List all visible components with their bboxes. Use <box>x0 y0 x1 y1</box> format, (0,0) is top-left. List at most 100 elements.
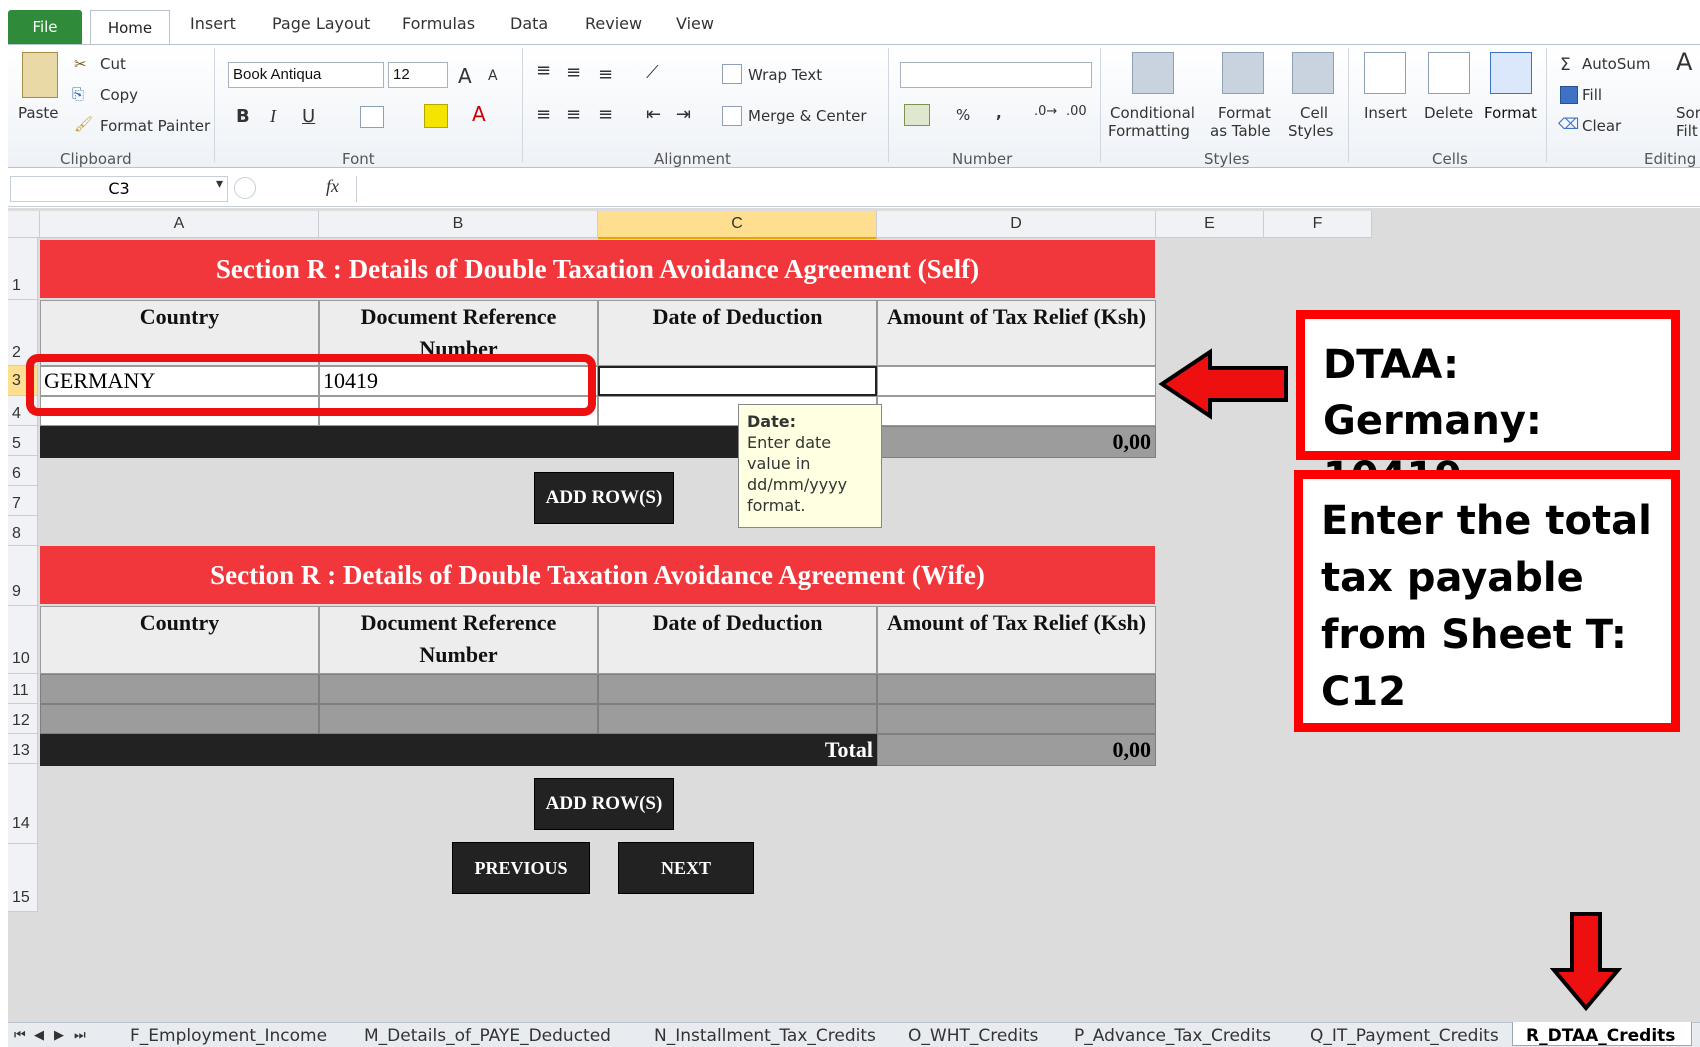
sheet-tab-n-installment-tax[interactable]: N_Installment_Tax_Credits <box>654 1026 876 1046</box>
row-header-11[interactable]: 11 <box>8 674 38 704</box>
merge-center-button[interactable]: Merge & Center <box>748 107 867 125</box>
row-header-12[interactable]: 12 <box>8 704 38 734</box>
conditional-formatting-label-2[interactable]: Formatting <box>1108 122 1190 140</box>
cell-a12[interactable] <box>40 704 319 734</box>
shrink-font-icon[interactable]: A <box>488 68 498 84</box>
wrap-text-button[interactable]: Wrap Text <box>748 66 822 84</box>
cell-styles-label-2[interactable]: Styles <box>1288 122 1334 140</box>
fill-button[interactable]: Fill <box>1582 86 1602 104</box>
number-format-dropdown[interactable] <box>900 62 1092 88</box>
row-header-6[interactable]: 6 <box>8 456 38 486</box>
tab-page-layout[interactable]: Page Layout <box>272 14 370 33</box>
cell-c3-date[interactable] <box>598 366 877 396</box>
borders-icon[interactable] <box>360 106 384 128</box>
cell-a11[interactable] <box>40 674 319 704</box>
column-header-f[interactable]: F <box>1264 211 1372 238</box>
cell-c11[interactable] <box>598 674 877 704</box>
previous-button[interactable]: PREVIOUS <box>452 842 590 894</box>
delete-cells-button[interactable]: Delete <box>1424 104 1473 122</box>
fill-color-icon[interactable] <box>424 104 448 128</box>
font-name-dropdown[interactable]: Book Antiqua <box>228 62 384 88</box>
sort-filter-icon[interactable]: A <box>1676 48 1692 76</box>
sheet-nav-last-icon[interactable]: ⏭ <box>74 1028 86 1043</box>
format-as-table-label-2[interactable]: as Table <box>1210 122 1271 140</box>
name-box[interactable]: C3 <box>10 176 228 202</box>
filter-label[interactable]: Filt <box>1676 122 1698 140</box>
clear-button[interactable]: Clear <box>1582 117 1621 135</box>
tab-file[interactable]: File <box>8 10 82 44</box>
font-size-dropdown[interactable]: 12 <box>388 62 448 88</box>
cell-d12[interactable] <box>877 704 1156 734</box>
align-middle-icon[interactable]: ≡ <box>566 62 581 83</box>
bold-button[interactable]: B <box>236 106 250 127</box>
row-header-15[interactable]: 15 <box>8 844 38 912</box>
name-box-dropdown-icon[interactable]: ▾ <box>216 176 223 192</box>
font-color-icon[interactable]: A <box>472 102 486 126</box>
column-header-c[interactable]: C <box>598 211 877 239</box>
align-right-icon[interactable]: ≡ <box>598 104 613 125</box>
cell-d11[interactable] <box>877 674 1156 704</box>
tab-review[interactable]: Review <box>585 14 642 33</box>
sheet-tab-m-details-paye[interactable]: M_Details_of_PAYE_Deducted <box>364 1026 611 1046</box>
cut-button[interactable]: Cut <box>100 55 126 73</box>
formula-input[interactable] <box>356 176 1700 202</box>
increase-indent-icon[interactable]: ⇥ <box>676 104 691 125</box>
insert-cells-icon[interactable] <box>1364 52 1406 94</box>
align-left-icon[interactable]: ≡ <box>536 104 551 125</box>
add-rows-wife-button[interactable]: ADD ROW(S) <box>534 778 674 830</box>
row-header-9[interactable]: 9 <box>8 546 38 606</box>
column-header-a[interactable]: A <box>40 211 319 238</box>
sort-label[interactable]: Sor <box>1676 104 1700 122</box>
column-header-b[interactable]: B <box>319 211 598 238</box>
row-header-8[interactable]: 8 <box>8 516 38 546</box>
cell-b12[interactable] <box>319 704 598 734</box>
sheet-tab-f-employment-income[interactable]: F_Employment_Income <box>130 1026 327 1046</box>
sheet-tab-q-it-payment[interactable]: Q_IT_Payment_Credits <box>1310 1026 1499 1046</box>
comma-button[interactable]: , <box>996 104 1002 122</box>
conditional-formatting-label-1[interactable]: Conditional <box>1110 104 1195 122</box>
orientation-icon[interactable]: ⟋ <box>646 62 659 83</box>
row-header-14[interactable]: 14 <box>8 764 38 844</box>
underline-button[interactable]: U <box>302 106 315 127</box>
tab-view[interactable]: View <box>676 14 714 33</box>
increase-decimal-icon[interactable]: .0→ <box>1034 104 1057 119</box>
column-header-d[interactable]: D <box>877 211 1156 238</box>
row-header-10[interactable]: 10 <box>8 606 38 674</box>
align-top-icon[interactable]: ≡ <box>536 60 551 81</box>
sheet-tab-o-wht-credits[interactable]: O_WHT_Credits <box>908 1026 1038 1046</box>
row-header-1[interactable]: 1 <box>8 238 38 300</box>
row-header-13[interactable]: 13 <box>8 734 38 764</box>
format-cells-button[interactable]: Format <box>1484 104 1537 122</box>
cell-c12[interactable] <box>598 704 877 734</box>
format-as-table-icon[interactable] <box>1222 52 1264 94</box>
delete-cells-icon[interactable] <box>1428 52 1470 94</box>
italic-button[interactable]: I <box>270 106 276 127</box>
tab-home[interactable]: Home <box>90 10 170 45</box>
row-header-7[interactable]: 7 <box>8 486 38 516</box>
currency-icon[interactable] <box>904 104 930 126</box>
insert-cells-button[interactable]: Insert <box>1364 104 1407 122</box>
cell-styles-icon[interactable] <box>1292 52 1334 94</box>
cell-b11[interactable] <box>319 674 598 704</box>
decrease-indent-icon[interactable]: ⇤ <box>646 104 661 125</box>
format-as-table-label-1[interactable]: Format <box>1218 104 1271 122</box>
add-rows-self-button[interactable]: ADD ROW(S) <box>534 472 674 524</box>
sheet-nav-prev-icon[interactable]: ◀ <box>34 1028 44 1043</box>
align-center-icon[interactable]: ≡ <box>566 104 581 125</box>
select-all-corner[interactable] <box>8 211 40 238</box>
cell-styles-label-1[interactable]: Cell <box>1300 104 1328 122</box>
paste-icon[interactable] <box>22 52 58 98</box>
cell-d3-amount[interactable] <box>877 366 1156 396</box>
cell-d4[interactable] <box>877 396 1156 426</box>
autosum-button[interactable]: AutoSum <box>1582 55 1650 73</box>
sheet-tab-r-dtaa-credits[interactable]: R_DTAA_Credits <box>1526 1026 1675 1046</box>
align-bottom-icon[interactable]: ≡ <box>598 64 613 85</box>
decrease-decimal-icon[interactable]: .00 <box>1066 104 1087 119</box>
tab-data[interactable]: Data <box>510 14 548 33</box>
format-cells-icon[interactable] <box>1490 52 1532 94</box>
sheet-nav-next-icon[interactable]: ▶ <box>54 1028 64 1043</box>
sheet-nav-first-icon[interactable]: ⏮ <box>14 1028 26 1043</box>
column-header-e[interactable]: E <box>1156 211 1264 238</box>
tab-formulas[interactable]: Formulas <box>402 14 475 33</box>
insert-function-icon[interactable]: fx <box>326 176 339 197</box>
